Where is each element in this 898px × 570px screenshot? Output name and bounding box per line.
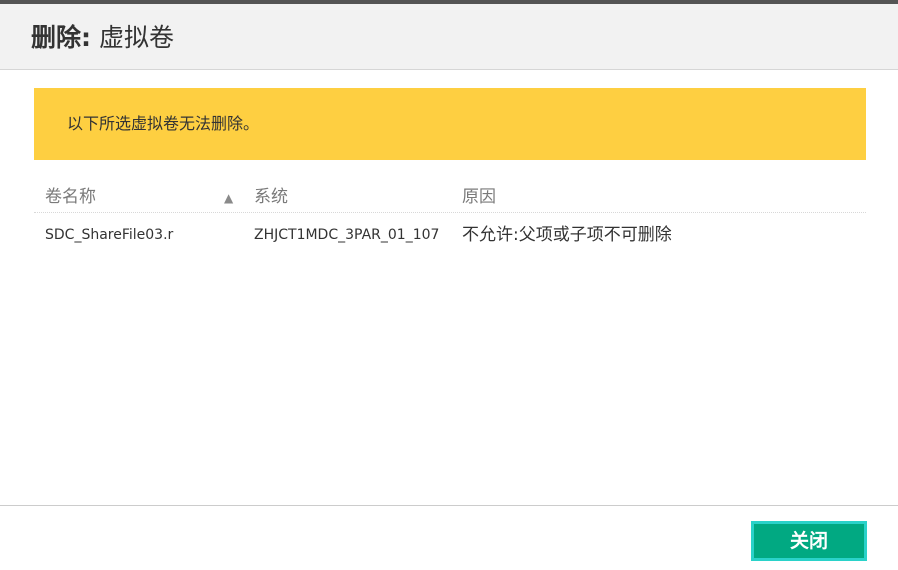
dialog-title-object: 虚拟卷: [98, 23, 174, 52]
cell-volume-name: SDC_ShareFile03.r: [45, 227, 174, 243]
column-header-volume-name[interactable]: 卷名称: [45, 186, 96, 208]
dialog-title: 删除: 虚拟卷: [31, 22, 174, 54]
column-header-reason[interactable]: 原因: [462, 186, 496, 208]
cell-reason: 不允许:父项或子项不可删除: [462, 225, 672, 245]
table-row: SDC_ShareFile03.r ZHJCT1MDC_3PAR_01_107 …: [34, 213, 866, 257]
warning-message: 以下所选虚拟卷无法删除。: [67, 114, 260, 133]
cell-system: ZHJCT1MDC_3PAR_01_107: [254, 227, 440, 243]
volumes-table: 卷名称 ▲ 系统 原因 SDC_ShareFile03.r ZHJCT1MDC_…: [34, 180, 866, 257]
dialog-title-action: 删除:: [31, 23, 91, 52]
sort-ascending-icon[interactable]: ▲: [224, 190, 233, 206]
delete-virtual-volume-dialog: 删除: 虚拟卷 以下所选虚拟卷无法删除。 卷名称 ▲ 系统 原因 SDC_Sha…: [0, 0, 898, 570]
warning-banner: 以下所选虚拟卷无法删除。: [34, 88, 866, 160]
close-button[interactable]: 关闭: [751, 521, 867, 561]
footer-divider: [0, 505, 898, 506]
table-header: 卷名称 ▲ 系统 原因: [34, 180, 866, 213]
column-header-system[interactable]: 系统: [254, 186, 288, 208]
dialog-header: 删除: 虚拟卷: [0, 4, 898, 70]
